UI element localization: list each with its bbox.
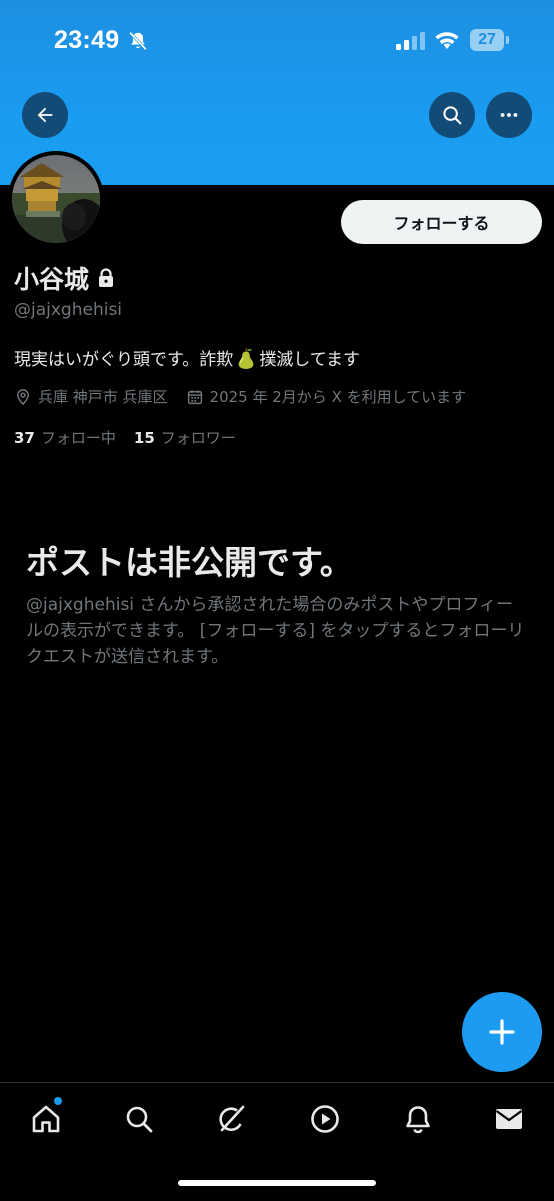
cellular-signal-icon [396,32,425,50]
nav-notifications[interactable] [398,1099,438,1139]
nav-search[interactable] [119,1099,159,1139]
follow-counts: 37 フォロー中 15 フォロワー [14,427,236,448]
profile-meta: 兵庫 神戸市 兵庫区 2025 年 2月から X を利用しています [14,386,466,407]
joined-text: 2025 年 2月から X を利用しています [209,388,467,406]
private-notice-title: ポストは非公開です。 [26,543,353,582]
grok-icon [219,1105,245,1132]
nav-grok[interactable] [212,1099,252,1139]
notifications-icon [406,1106,430,1134]
more-button[interactable] [486,92,532,138]
wifi-icon [435,32,459,49]
pear-icon [238,347,254,369]
battery-indicator: 27 [470,29,510,51]
location-text: 兵庫 神戸市 兵庫区 [38,388,168,406]
nav-home[interactable] [26,1099,66,1139]
compose-button[interactable] [462,992,542,1072]
home-notification-dot [54,1097,62,1105]
lock-icon [99,268,114,287]
followers-link[interactable]: 15 フォロワー [134,427,236,448]
following-count: 37 [14,429,35,447]
bio-text-start: 現実はいがぐり頭です。詐欺 [14,350,234,370]
video-icon [311,1105,339,1133]
joined-item: 2025 年 2月から X を利用しています [186,386,467,407]
following-link[interactable]: 37 フォロー中 [14,427,116,448]
plus-icon [489,1019,515,1045]
followers-count: 15 [133,429,155,447]
private-notice-description: @jajxghehisi さんから承認された場合のみポストやプロフィールの表示が… [26,595,525,667]
nav-video[interactable] [305,1099,345,1139]
search-button[interactable] [429,92,475,138]
back-button[interactable] [22,92,68,138]
bio-text-end: 撲滅してます [259,350,360,370]
status-bar: 23:49 27 [0,0,554,84]
display-name: 小谷城 [14,265,90,294]
battery-level: 27 [478,31,496,48]
location-item: 兵庫 神戸市 兵庫区 [14,386,168,407]
avatar-photo [12,155,100,243]
arrow-left-icon [37,107,53,123]
location-pin-icon [17,388,29,405]
messages-icon [495,1109,523,1129]
following-label: フォロー中 [40,429,116,447]
more-horizontal-icon [500,113,518,117]
bell-off-icon [129,31,147,51]
profile-name-row: 小谷城 [14,260,115,296]
search-icon [126,1106,153,1133]
search-icon [443,106,462,125]
home-icon [32,1105,60,1133]
nav-messages[interactable] [489,1099,529,1139]
follow-button[interactable]: フォローする [341,200,542,244]
followers-label: フォロワー [160,429,236,447]
profile-bio: 現実はいがぐり頭です。詐欺 撲滅してます [14,345,360,370]
user-handle: @jajxghehisi [14,300,123,320]
status-time: 23:49 [54,26,120,54]
home-indicator [178,1180,376,1186]
avatar[interactable] [8,151,104,247]
calendar-icon [187,389,202,404]
